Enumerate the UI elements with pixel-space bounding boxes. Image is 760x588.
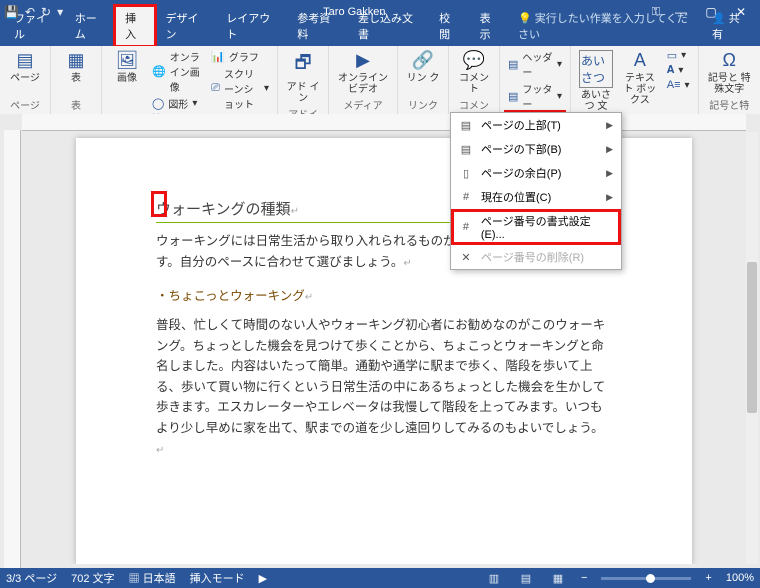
group-comments: 💬コメント コメント bbox=[449, 46, 500, 114]
tab-home[interactable]: ホーム bbox=[65, 6, 115, 46]
group-tables: ▦表 表 bbox=[51, 46, 102, 114]
group-links: 🔗リン ク リンク bbox=[398, 46, 449, 114]
symbols-button[interactable]: Ω記号と 特殊文字 bbox=[705, 48, 754, 97]
header-button[interactable]: ▤ヘッダー▾ bbox=[506, 48, 564, 80]
tab-review[interactable]: 校閲 bbox=[429, 6, 469, 46]
comment-button[interactable]: 💬コメント bbox=[455, 48, 493, 97]
zoom-level[interactable]: 100% bbox=[726, 572, 754, 584]
menu-format-page-numbers[interactable]: #ページ番号の書式設定(E)... bbox=[451, 209, 621, 245]
menu-current-position[interactable]: #現在の位置(C)▶ bbox=[451, 185, 621, 209]
undo-icon[interactable]: ↶ bbox=[25, 5, 35, 19]
tab-insert[interactable]: 挿入 bbox=[115, 6, 155, 46]
group-text: あいさつあいさつ 文 Aテキスト ボックス ▭▾ 𝐀▾ A≡▾ テキスト bbox=[571, 46, 699, 114]
addins-button[interactable]: 🗗アド イン bbox=[284, 48, 322, 106]
vertical-ruler[interactable] bbox=[4, 130, 21, 568]
group-addins: 🗗アド イン アドイン bbox=[278, 46, 329, 114]
pages-button[interactable]: ▤ページ bbox=[6, 48, 44, 86]
doc-paragraph-2[interactable]: 普段、忙しくて時間のない人やウォーキング初心者にお勧めなのがこのウォーキング。ち… bbox=[156, 315, 612, 459]
tab-design[interactable]: デザイン bbox=[155, 6, 216, 46]
status-macro-icon[interactable]: ▶ bbox=[259, 572, 267, 585]
menu-page-margin[interactable]: ▯ページの余白(P)▶ bbox=[451, 161, 621, 185]
status-language[interactable]: ▦ 日本語 bbox=[129, 570, 176, 586]
group-header-footer: ▤ヘッダー▾ ▤フッター▾ #ページ番号▾ ヘッダーとフッター bbox=[500, 46, 571, 114]
view-print-icon[interactable]: ▤ bbox=[517, 572, 535, 585]
textbox-button[interactable]: Aテキスト ボックス bbox=[619, 48, 661, 108]
images-button[interactable]: 🖼画像 bbox=[108, 48, 146, 86]
tab-mailings[interactable]: 差し込み文書 bbox=[348, 6, 429, 46]
chart-button[interactable]: 📊グラフ bbox=[209, 48, 271, 65]
save-icon[interactable]: 💾 bbox=[4, 5, 19, 19]
work-area: ウォーキングの種類↵ ウォーキングには日常生活から取り入れられるものから本格的な… bbox=[0, 114, 760, 568]
vertical-scrollbar[interactable] bbox=[746, 132, 758, 564]
greeting-button[interactable]: あいさつあいさつ 文 bbox=[577, 48, 615, 114]
doc-subheading[interactable]: ・ちょこっとウォーキング↵ bbox=[156, 286, 612, 307]
page-number-menu: ▤ページの上部(T)▶ ▤ページの下部(B)▶ ▯ページの余白(P)▶ #現在の… bbox=[450, 112, 622, 270]
ribbon-tabs: ファイル ホーム 挿入 デザイン レイアウト 参考資料 差し込み文書 校閲 表示… bbox=[0, 24, 760, 46]
footer-button[interactable]: ▤フッター▾ bbox=[506, 80, 564, 112]
group-media: ▶オンライン ビデオ メディア bbox=[329, 46, 398, 114]
status-wordcount[interactable]: 702 文字 bbox=[71, 570, 114, 586]
zoom-out-button[interactable]: − bbox=[581, 572, 587, 584]
menu-page-top[interactable]: ▤ページの上部(T)▶ bbox=[451, 113, 621, 137]
horizontal-ruler[interactable] bbox=[22, 114, 746, 131]
menu-remove-page-numbers[interactable]: ✕ページ番号の削除(R) bbox=[451, 245, 621, 269]
status-bar: 3/3 ページ 702 文字 ▦ 日本語 挿入モード ▶ ▥ ▤ ▦ − + 1… bbox=[0, 568, 760, 588]
view-read-icon[interactable]: ▥ bbox=[485, 572, 503, 585]
quickparts-button[interactable]: ▭▾ bbox=[665, 48, 692, 63]
redo-icon[interactable]: ↻ bbox=[41, 5, 51, 19]
qat-customize-icon[interactable]: ▾ bbox=[57, 5, 63, 19]
group-symbols: Ω記号と 特殊文字 記号と特殊文字 bbox=[699, 46, 760, 114]
wordart-button[interactable]: 𝐀▾ bbox=[665, 63, 692, 78]
zoom-in-button[interactable]: + bbox=[705, 572, 711, 584]
screenshot-button[interactable]: ⎚スクリーンショット▾ bbox=[209, 65, 271, 112]
online-video-button[interactable]: ▶オンライン ビデオ bbox=[335, 48, 391, 97]
tab-view[interactable]: 表示 bbox=[470, 6, 510, 46]
tab-references[interactable]: 参考資料 bbox=[287, 6, 348, 46]
group-pages: ▤ページ ページ bbox=[0, 46, 51, 114]
status-insert-mode[interactable]: 挿入モード bbox=[190, 570, 245, 586]
document-canvas[interactable]: ウォーキングの種類↵ ウォーキングには日常生活から取り入れられるものから本格的な… bbox=[26, 132, 742, 564]
online-images-button[interactable]: 🌐オンライン画像 bbox=[150, 48, 205, 95]
tell-me[interactable]: 💡 実行したい作業を入力してください bbox=[510, 6, 704, 46]
table-button[interactable]: ▦表 bbox=[57, 48, 95, 86]
scrollbar-thumb[interactable] bbox=[747, 262, 757, 413]
zoom-slider[interactable] bbox=[601, 577, 691, 580]
group-illustrations: 🖼画像 🌐オンライン画像 ◯図形▾ ⛶SmartArt 📊グラフ ⎚スクリーンシ… bbox=[102, 46, 278, 114]
view-web-icon[interactable]: ▦ bbox=[549, 572, 567, 585]
dropcap-button[interactable]: A≡▾ bbox=[665, 78, 692, 92]
ribbon: ▤ページ ページ ▦表 表 🖼画像 🌐オンライン画像 ◯図形▾ ⛶SmartAr… bbox=[0, 46, 760, 115]
tab-layout[interactable]: レイアウト bbox=[216, 6, 287, 46]
menu-page-bottom[interactable]: ▤ページの下部(B)▶ bbox=[451, 137, 621, 161]
shapes-button[interactable]: ◯図形▾ bbox=[150, 95, 205, 112]
text-cursor-highlight bbox=[154, 194, 164, 214]
links-button[interactable]: 🔗リン ク bbox=[404, 48, 442, 86]
share-button[interactable]: 👤 共有 bbox=[704, 6, 756, 46]
status-page[interactable]: 3/3 ページ bbox=[6, 570, 57, 586]
